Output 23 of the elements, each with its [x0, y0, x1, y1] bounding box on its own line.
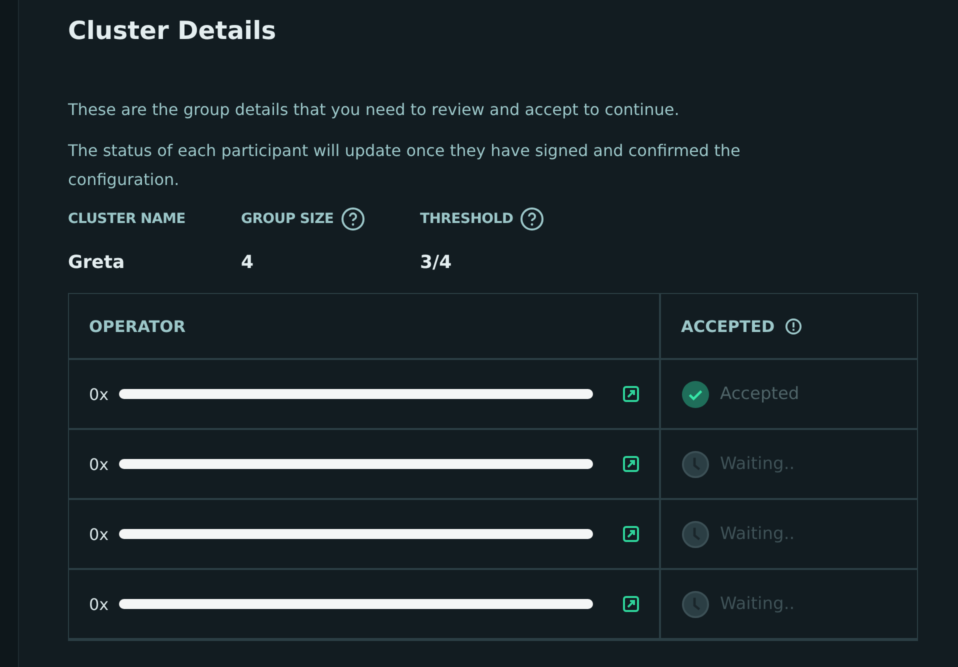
field-value: 4 — [241, 252, 255, 273]
help-icon[interactable] — [340, 207, 365, 231]
operator-address: 0x — [89, 384, 109, 404]
column-header: OPERATOR — [89, 316, 186, 336]
column-header: ACCEPTED — [681, 316, 775, 336]
description-text: The status of each participant will update once they have signed and confirmed the configuration. — [68, 140, 742, 191]
field-value: Greta — [68, 252, 126, 273]
operator-address: 0x — [89, 524, 109, 544]
external-link-icon[interactable] — [623, 386, 639, 402]
info-icon — [784, 318, 802, 334]
status-text: Accepted — [720, 384, 800, 404]
external-link-icon[interactable] — [623, 526, 639, 542]
field-value: 3/4 — [420, 252, 453, 273]
field-label: THRESHOLD — [420, 211, 514, 227]
operator-address: 0x — [89, 594, 109, 614]
field-label: GROUP SIZE — [241, 211, 334, 227]
page-title: Cluster Details — [68, 16, 278, 45]
operator-address: 0x — [89, 454, 109, 474]
help-icon[interactable] — [520, 207, 544, 231]
external-link-icon[interactable] — [623, 456, 639, 472]
external-link-icon[interactable] — [623, 596, 639, 612]
field-label: CLUSTER NAME — [68, 211, 186, 227]
description-text: These are the group details that you need to review and accept to continue. — [68, 99, 680, 121]
